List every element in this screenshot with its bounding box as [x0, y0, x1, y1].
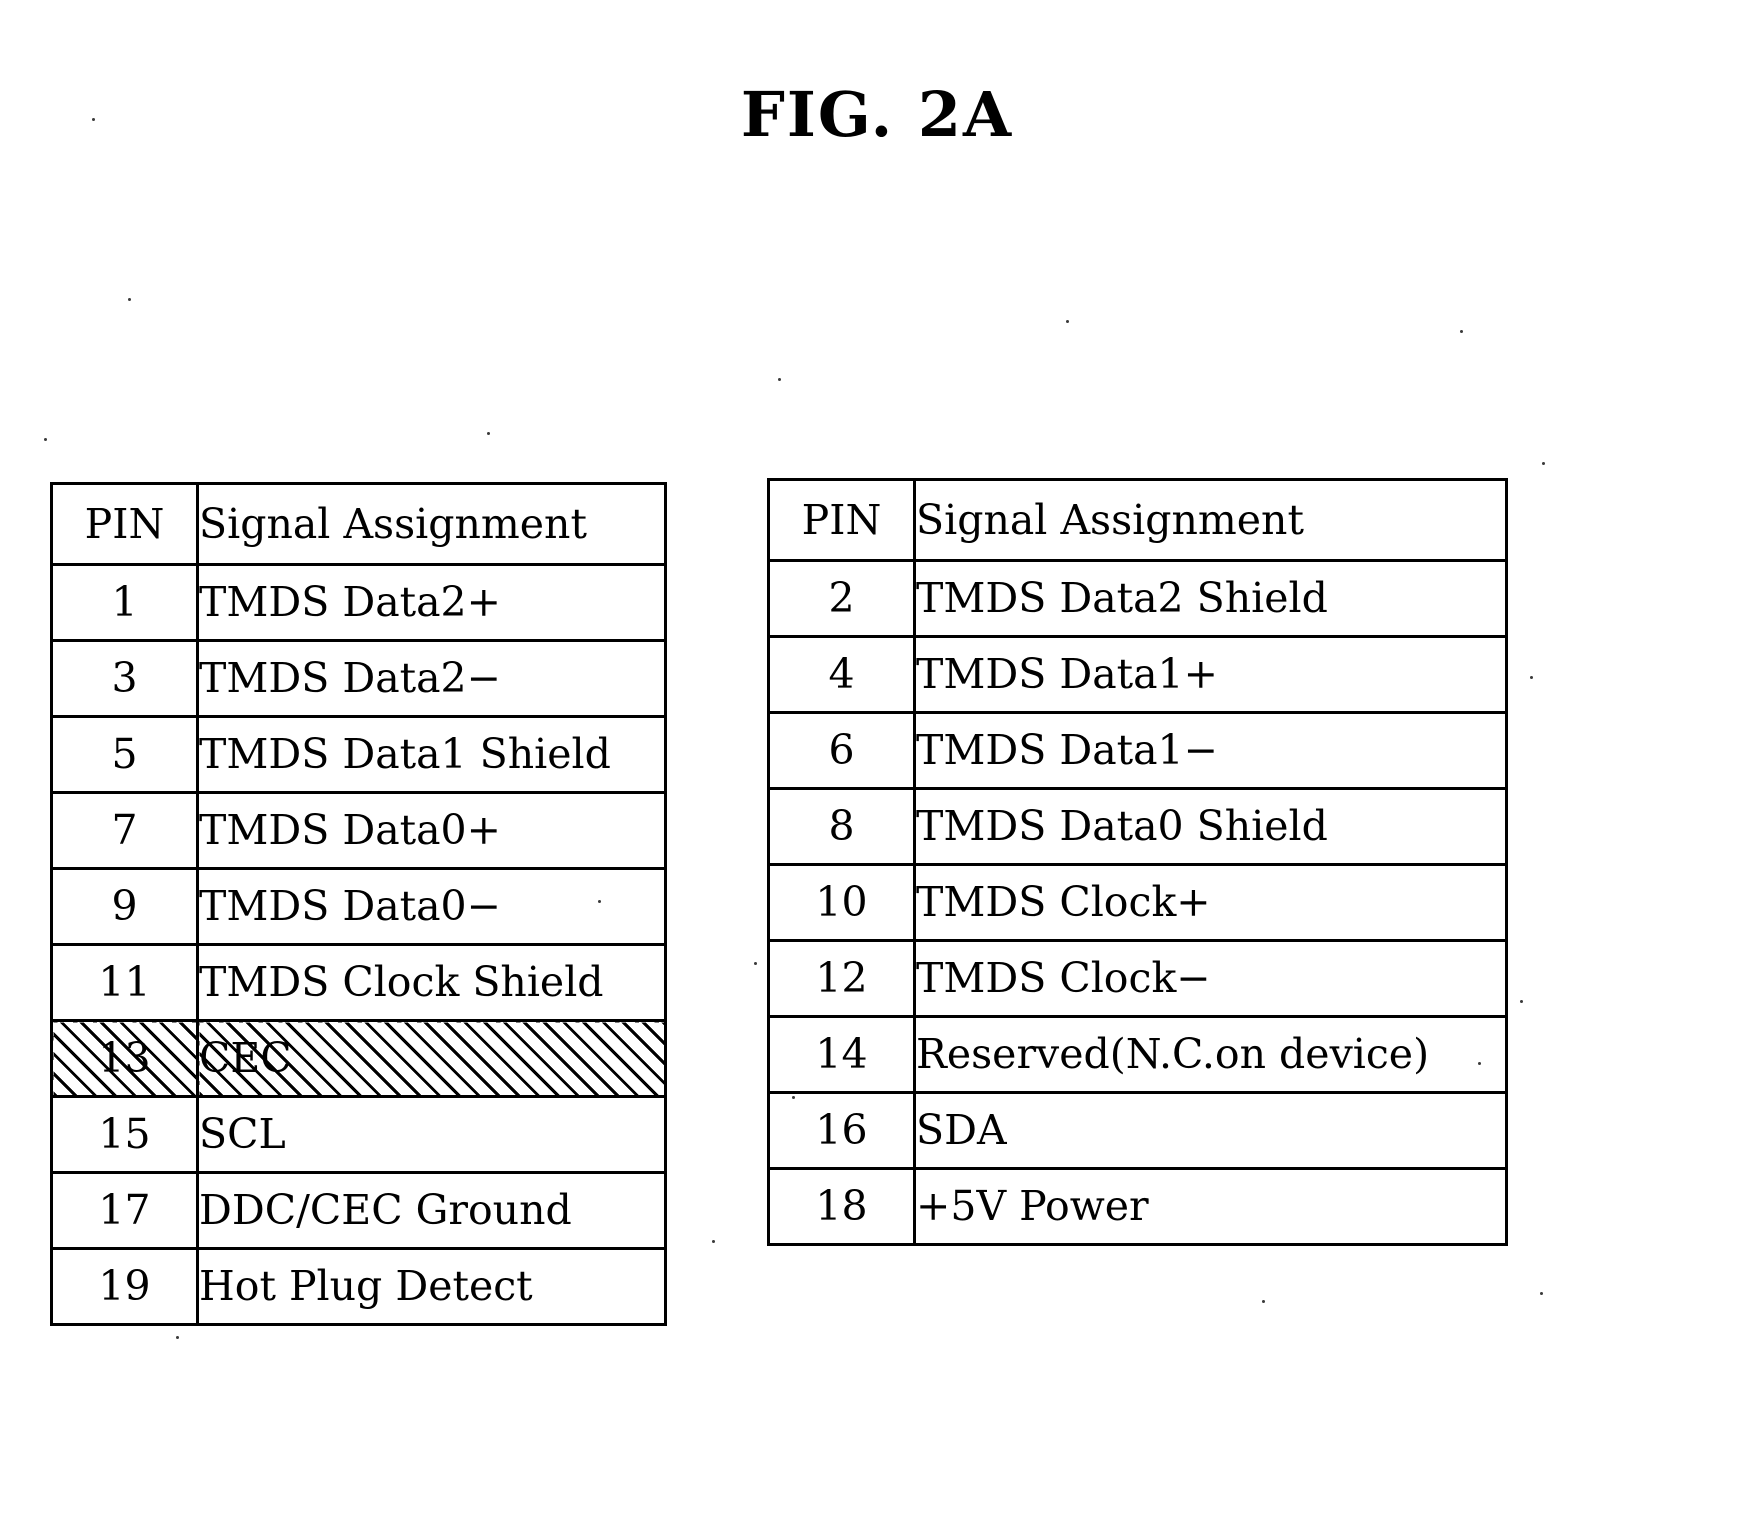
odd-pin-table-body: PIN Signal Assignment 1 TMDS Data2+ 3 TMDS Da… [50, 482, 667, 1326]
table-row: 17 DDC/CEC Ground [50, 1171, 667, 1250]
signal-assignment-cell: TMDS Clock Shield [196, 943, 667, 1022]
pin-number-cell: 15 [50, 1095, 199, 1174]
scan-speck [44, 438, 47, 441]
signal-assignment-cell: TMDS Data1+ [913, 635, 1508, 714]
odd-pin-signal-table: PIN Signal Assignment 1 TMDS Data2+ 3 TMDS Da… [50, 482, 667, 1326]
pin-number-cell: 5 [50, 715, 199, 794]
table-row: 14 Reserved(N.C.on device) [767, 1015, 1508, 1094]
pin-number-cell: 18 [767, 1167, 916, 1246]
table-row: 10 TMDS Clock+ [767, 863, 1508, 942]
signal-assignment-cell: TMDS Data0 Shield [913, 787, 1508, 866]
signal-assignment-cell: DDC/CEC Ground [196, 1171, 667, 1250]
scan-speck [176, 1336, 179, 1339]
table-header-row: PIN Signal Assignment [50, 482, 667, 566]
signal-assignment-text: CEC [199, 1034, 292, 1082]
signal-assignment-cell: SDA [913, 1091, 1508, 1170]
even-pin-table-body: PIN Signal Assignment 2 TMDS Data2 Shield 4 T… [767, 478, 1508, 1246]
signal-assignment-cell: TMDS Data2− [196, 639, 667, 718]
scan-speck [1530, 676, 1533, 679]
table-header-row: PIN Signal Assignment [767, 478, 1508, 562]
table-row: 1 TMDS Data2+ [50, 563, 667, 642]
table-row: 6 TMDS Data1− [767, 711, 1508, 790]
pin-number-cell: 1 [50, 563, 199, 642]
signal-assignment-cell: TMDS Data2+ [196, 563, 667, 642]
table-row: 11 TMDS Clock Shield [50, 943, 667, 1022]
table-row: 7 TMDS Data0+ [50, 791, 667, 870]
pin-number-cell: 14 [767, 1015, 916, 1094]
signal-assignment-cell: TMDS Data2 Shield [913, 559, 1508, 638]
scan-speck [1478, 1062, 1481, 1065]
scan-speck [1540, 1292, 1543, 1295]
signal-assignment-cell: TMDS Clock+ [913, 863, 1508, 942]
pin-number-cell: 6 [767, 711, 916, 790]
table-row: 19 Hot Plug Detect [50, 1247, 667, 1326]
table-row: 18 +5V Power [767, 1167, 1508, 1246]
signal-assignment-cell: SCL [196, 1095, 667, 1174]
scan-speck [1066, 320, 1069, 323]
signal-assignment-cell: TMDS Data0+ [196, 791, 667, 870]
pin-number-cell: 3 [50, 639, 199, 718]
scan-speck [92, 118, 95, 121]
column-header-pin: PIN [767, 478, 916, 562]
pin-number-cell: 17 [50, 1171, 199, 1250]
table-row: 15 SCL [50, 1095, 667, 1174]
signal-assignment-cell: +5V Power [913, 1167, 1508, 1246]
table-row: 2 TMDS Data2 Shield [767, 559, 1508, 638]
table-row: 13 CEC [50, 1019, 667, 1098]
signal-assignment-cell: Reserved(N.C.on device) [913, 1015, 1508, 1094]
table-row: 12 TMDS Clock− [767, 939, 1508, 1018]
pin-number-cell: 11 [50, 943, 199, 1022]
pin-number-text: 13 [98, 1034, 151, 1082]
pin-number-cell: 9 [50, 867, 199, 946]
pin-number-cell: 10 [767, 863, 916, 942]
signal-assignment-cell: TMDS Data1− [913, 711, 1508, 790]
scan-speck [1460, 330, 1463, 333]
scan-speck [1262, 1300, 1265, 1303]
column-header-pin: PIN [50, 482, 199, 566]
pin-number-cell: 12 [767, 939, 916, 1018]
signal-assignment-cell: TMDS Clock− [913, 939, 1508, 1018]
scan-speck [712, 1240, 715, 1243]
pin-number-cell: 7 [50, 791, 199, 870]
figure-title: FIG. 2A [740, 78, 1014, 151]
signal-assignment-cell-highlighted: CEC [196, 1019, 667, 1098]
pin-number-cell-highlighted: 13 [50, 1019, 199, 1098]
pin-number-cell: 8 [767, 787, 916, 866]
table-row: 16 SDA [767, 1091, 1508, 1170]
signal-assignment-cell: TMDS Data1 Shield [196, 715, 667, 794]
pin-number-cell: 16 [767, 1091, 916, 1170]
scan-speck [128, 298, 131, 301]
scan-speck [598, 900, 601, 903]
table-row: 3 TMDS Data2− [50, 639, 667, 718]
scan-speck [1520, 1000, 1523, 1003]
column-header-signal-assignment: Signal Assignment [913, 478, 1508, 562]
table-row: 9 TMDS Data0− [50, 867, 667, 946]
pin-number-cell: 19 [50, 1247, 199, 1326]
signal-assignment-cell: TMDS Data0− [196, 867, 667, 946]
scan-speck [792, 1096, 795, 1099]
column-header-signal-assignment: Signal Assignment [196, 482, 667, 566]
scan-speck [778, 378, 781, 381]
pin-number-cell: 4 [767, 635, 916, 714]
signal-assignment-cell: Hot Plug Detect [196, 1247, 667, 1326]
scan-speck [487, 432, 490, 435]
even-pin-signal-table: PIN Signal Assignment 2 TMDS Data2 Shield 4 T… [767, 478, 1508, 1246]
pin-number-cell: 2 [767, 559, 916, 638]
scan-speck [754, 962, 757, 965]
table-row: 8 TMDS Data0 Shield [767, 787, 1508, 866]
table-row: 5 TMDS Data1 Shield [50, 715, 667, 794]
scan-speck [1542, 462, 1545, 465]
table-row: 4 TMDS Data1+ [767, 635, 1508, 714]
